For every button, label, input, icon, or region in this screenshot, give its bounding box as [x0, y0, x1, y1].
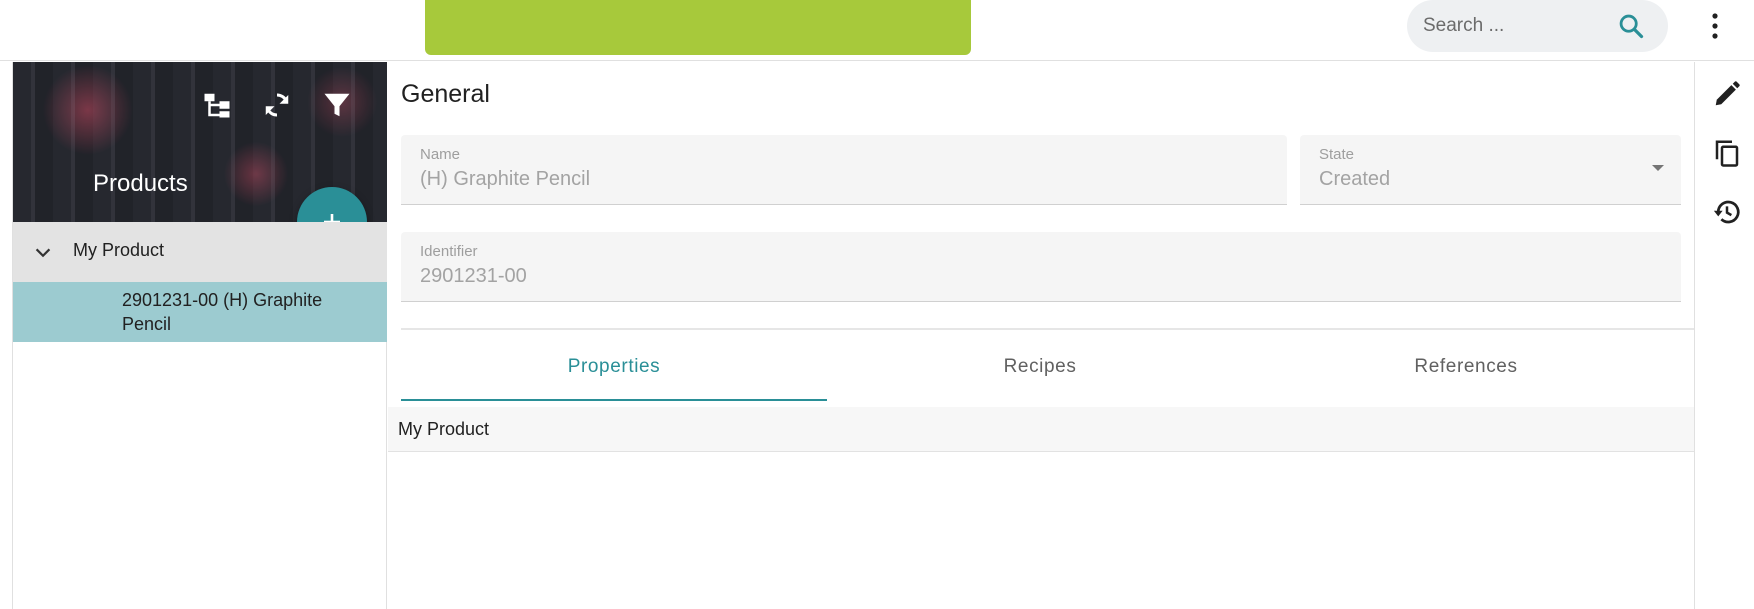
properties-panel-header[interactable]: My Product: [388, 407, 1694, 452]
tree-node-my-product[interactable]: My Product: [13, 222, 387, 282]
sync-icon[interactable]: [262, 90, 292, 120]
panel-label: My Product: [398, 419, 490, 439]
search-icon[interactable]: [1617, 12, 1645, 40]
identifier-field-label: Identifier: [420, 243, 478, 260]
pencil-icon[interactable]: [1712, 79, 1742, 109]
tab-recipes[interactable]: Recipes: [827, 332, 1253, 402]
tab-properties[interactable]: Properties: [401, 332, 827, 402]
name-field-label: Name: [420, 146, 461, 163]
tab-bar: Properties Recipes References: [401, 332, 1694, 402]
state-select-value: Created: [1319, 168, 1391, 190]
tree-node-label: 2901231-00 (H) Graphite Pencil: [122, 290, 323, 334]
tree-view-icon[interactable]: [202, 90, 232, 120]
action-bar: [1694, 62, 1754, 609]
search-box[interactable]: [1407, 0, 1668, 52]
active-tab-indicator: [401, 399, 827, 401]
top-bar: [0, 0, 1754, 61]
sidebar-title: Products: [93, 170, 188, 197]
more-vert-icon[interactable]: [1705, 10, 1725, 42]
dropdown-arrow-icon[interactable]: [1651, 163, 1665, 173]
history-icon[interactable]: [1712, 197, 1742, 227]
search-input[interactable]: [1423, 14, 1613, 38]
section-title: General: [401, 80, 490, 108]
chevron-down-icon[interactable]: [32, 242, 54, 264]
copy-icon[interactable]: [1712, 138, 1742, 168]
tree-node-label: My Product: [73, 240, 165, 260]
identifier-field[interactable]: Identifier 2901231-00: [401, 232, 1681, 302]
sidebar: Products My Product 2901231-00 (H) Graph…: [12, 62, 387, 609]
state-select[interactable]: State Created: [1300, 135, 1681, 205]
filter-icon[interactable]: [322, 90, 352, 120]
state-select-label: State: [1319, 146, 1355, 163]
brand-banner: [425, 0, 971, 55]
tab-references[interactable]: References: [1253, 332, 1679, 402]
divider: [401, 328, 1694, 330]
name-field[interactable]: Name (H) Graphite Pencil: [401, 135, 1287, 205]
name-field-value: (H) Graphite Pencil: [420, 168, 591, 190]
tree-node-graphite-pencil[interactable]: 2901231-00 (H) Graphite Pencil: [13, 282, 387, 342]
main-content: General Name (H) Graphite Pencil State C…: [388, 62, 1694, 609]
identifier-field-value: 2901231-00: [420, 265, 527, 287]
